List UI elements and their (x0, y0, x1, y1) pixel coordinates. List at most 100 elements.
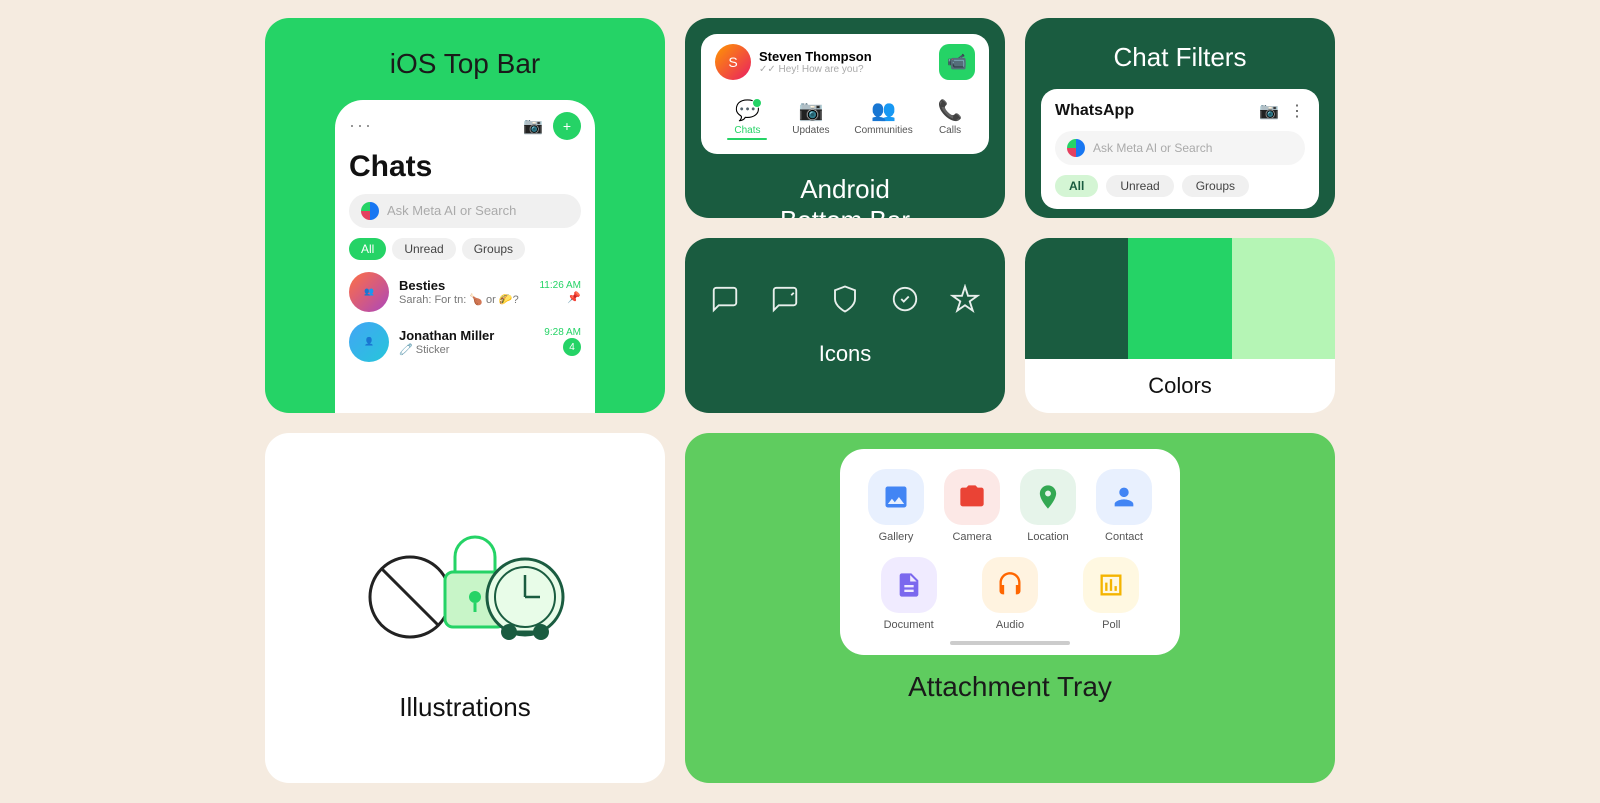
chat-name-besties: Besties (399, 278, 529, 293)
sparkle-icon (950, 284, 980, 321)
attach-location[interactable]: Location (1016, 469, 1080, 543)
chat-item-besties[interactable]: 👥 Besties Sarah: For tn: 🍗 or 🌮? 11:26 A… (349, 272, 581, 312)
chat-filters-title: Chat Filters (1025, 18, 1335, 89)
poll-label: Poll (1102, 619, 1120, 631)
nav-chats-label: Chats (734, 125, 760, 136)
contact-label: Contact (1105, 531, 1143, 543)
android-avatar: S (715, 44, 751, 80)
chat-filters-card: Chat Filters WhatsApp 📷 ⋮ Ask Meta AI or… (1025, 18, 1335, 218)
nav-calls[interactable]: 📞 Calls (938, 98, 963, 140)
home-indicator (950, 641, 1070, 645)
colors-label: Colors (1025, 359, 1335, 413)
chats-nav-icon: 💬 (735, 100, 760, 122)
nav-communities[interactable]: 👥 Communities (854, 98, 912, 140)
lock-illustration (355, 492, 575, 672)
nav-updates[interactable]: 📷 Updates (792, 98, 829, 140)
audio-label: Audio (996, 619, 1024, 631)
calls-nav-icon: 📞 (938, 98, 963, 123)
cf-search-bar[interactable]: Ask Meta AI or Search (1055, 131, 1305, 165)
android-user-status: ✓✓ Hey! How are you? (759, 64, 872, 75)
attachment-grid-row1: Gallery Camera Location (864, 469, 1156, 543)
search-bar[interactable]: Ask Meta AI or Search (349, 194, 581, 228)
nav-updates-label: Updates (792, 125, 829, 136)
whatsapp-logo-text: WhatsApp (1055, 102, 1134, 120)
cf-header-icons: 📷 ⋮ (1259, 101, 1305, 121)
android-video-btn[interactable]: 📹 (939, 44, 975, 80)
android-card-label: AndroidBottom Bar (685, 154, 1005, 218)
android-phone-mockup: S Steven Thompson ✓✓ Hey! How are you? 📹… (701, 34, 989, 154)
android-bottom-nav: 💬 Chats 📷 Updates 👥 Communities (715, 88, 975, 144)
edit-chat-icon (770, 284, 800, 321)
chat-time-jonathan: 9:28 AM (544, 327, 581, 338)
search-placeholder-text: Ask Meta AI or Search (387, 203, 516, 218)
attach-audio[interactable]: Audio (965, 557, 1054, 631)
android-user-name: Steven Thompson (759, 49, 872, 64)
document-icon-wrap (881, 557, 937, 613)
illustrations-card: Illustrations (265, 433, 665, 783)
gallery-label: Gallery (879, 531, 914, 543)
colors-swatches (1025, 238, 1335, 359)
phone-top-row: ··· 📷 + (349, 112, 581, 140)
chat-item-jonathan[interactable]: 👤 Jonathan Miller 🧷 Sticker 9:28 AM 4 (349, 322, 581, 362)
attach-gallery[interactable]: Gallery (864, 469, 928, 543)
attach-document[interactable]: Document (864, 557, 953, 631)
camera-icon-wrap (944, 469, 1000, 525)
filter-all[interactable]: All (349, 238, 386, 260)
chat-meta-jonathan: 9:28 AM 4 (544, 327, 581, 356)
filter-unread[interactable]: Unread (392, 238, 455, 260)
android-header: S Steven Thompson ✓✓ Hey! How are you? 📹 (715, 44, 975, 80)
contact-icon-wrap (1096, 469, 1152, 525)
chat-filters-mockup: WhatsApp 📷 ⋮ Ask Meta AI or Search All U… (1041, 89, 1319, 209)
android-user-info: Steven Thompson ✓✓ Hey! How are you? (759, 49, 872, 75)
attach-contact[interactable]: Contact (1092, 469, 1156, 543)
icons-row (710, 284, 980, 321)
location-icon-wrap (1020, 469, 1076, 525)
cf-meta-ai-icon (1067, 139, 1085, 157)
cf-filter-pills: All Unread Groups (1055, 175, 1305, 197)
add-chat-button[interactable]: + (553, 112, 581, 140)
chat-preview-besties: Sarah: For tn: 🍗 or 🌮? (399, 293, 529, 306)
cf-unread-pill[interactable]: Unread (1106, 175, 1173, 197)
avatar-besties: 👥 (349, 272, 389, 312)
shield-icon (830, 284, 860, 321)
swatch-medium-green (1128, 238, 1231, 359)
avatar-jonathan: 👤 (349, 322, 389, 362)
attachment-mockup: Gallery Camera Location (840, 449, 1180, 655)
check-badge-icon (890, 284, 920, 321)
cf-camera-icon[interactable]: 📷 (1259, 101, 1279, 121)
illustrations-label: Illustrations (399, 692, 531, 723)
poll-icon-wrap (1083, 557, 1139, 613)
camera-icon[interactable]: 📷 (523, 116, 543, 136)
camera-label: Camera (952, 531, 991, 543)
colors-card: Colors (1025, 238, 1335, 413)
location-label: Location (1027, 531, 1069, 543)
pin-icon: 📌 (567, 292, 581, 304)
document-label: Document (884, 619, 934, 631)
nav-communities-label: Communities (854, 125, 912, 136)
cf-menu-icon[interactable]: ⋮ (1289, 101, 1305, 121)
attachment-grid-row2: Document Audio Poll (864, 557, 1156, 631)
filter-pills: All Unread Groups (349, 238, 581, 260)
updates-nav-icon: 📷 (798, 98, 823, 123)
phone-icons: 📷 + (523, 112, 581, 140)
cf-all-pill[interactable]: All (1055, 175, 1098, 197)
icons-card: Icons (685, 238, 1005, 413)
chat-preview-jonathan: 🧷 Sticker (399, 343, 534, 356)
gallery-icon-wrap (868, 469, 924, 525)
android-user-row: S Steven Thompson ✓✓ Hey! How are you? (715, 44, 872, 80)
filter-groups[interactable]: Groups (462, 238, 525, 260)
attachment-title: Attachment Tray (908, 671, 1112, 703)
attach-camera[interactable]: Camera (940, 469, 1004, 543)
nav-calls-label: Calls (939, 125, 961, 136)
attachment-tray-card: Gallery Camera Location (685, 433, 1335, 783)
ios-phone-mockup: ··· 📷 + Chats Ask Meta AI or Search All … (335, 100, 595, 413)
communities-nav-icon: 👥 (871, 98, 896, 123)
meta-ai-icon (361, 202, 379, 220)
chat-name-jonathan: Jonathan Miller (399, 328, 534, 343)
android-bottom-bar-card: S Steven Thompson ✓✓ Hey! How are you? 📹… (685, 18, 1005, 218)
cf-groups-pill[interactable]: Groups (1182, 175, 1249, 197)
nav-chats[interactable]: 💬 Chats (727, 98, 767, 140)
swatch-dark-green (1025, 238, 1128, 359)
nav-active-indicator (727, 138, 767, 140)
attach-poll[interactable]: Poll (1067, 557, 1156, 631)
